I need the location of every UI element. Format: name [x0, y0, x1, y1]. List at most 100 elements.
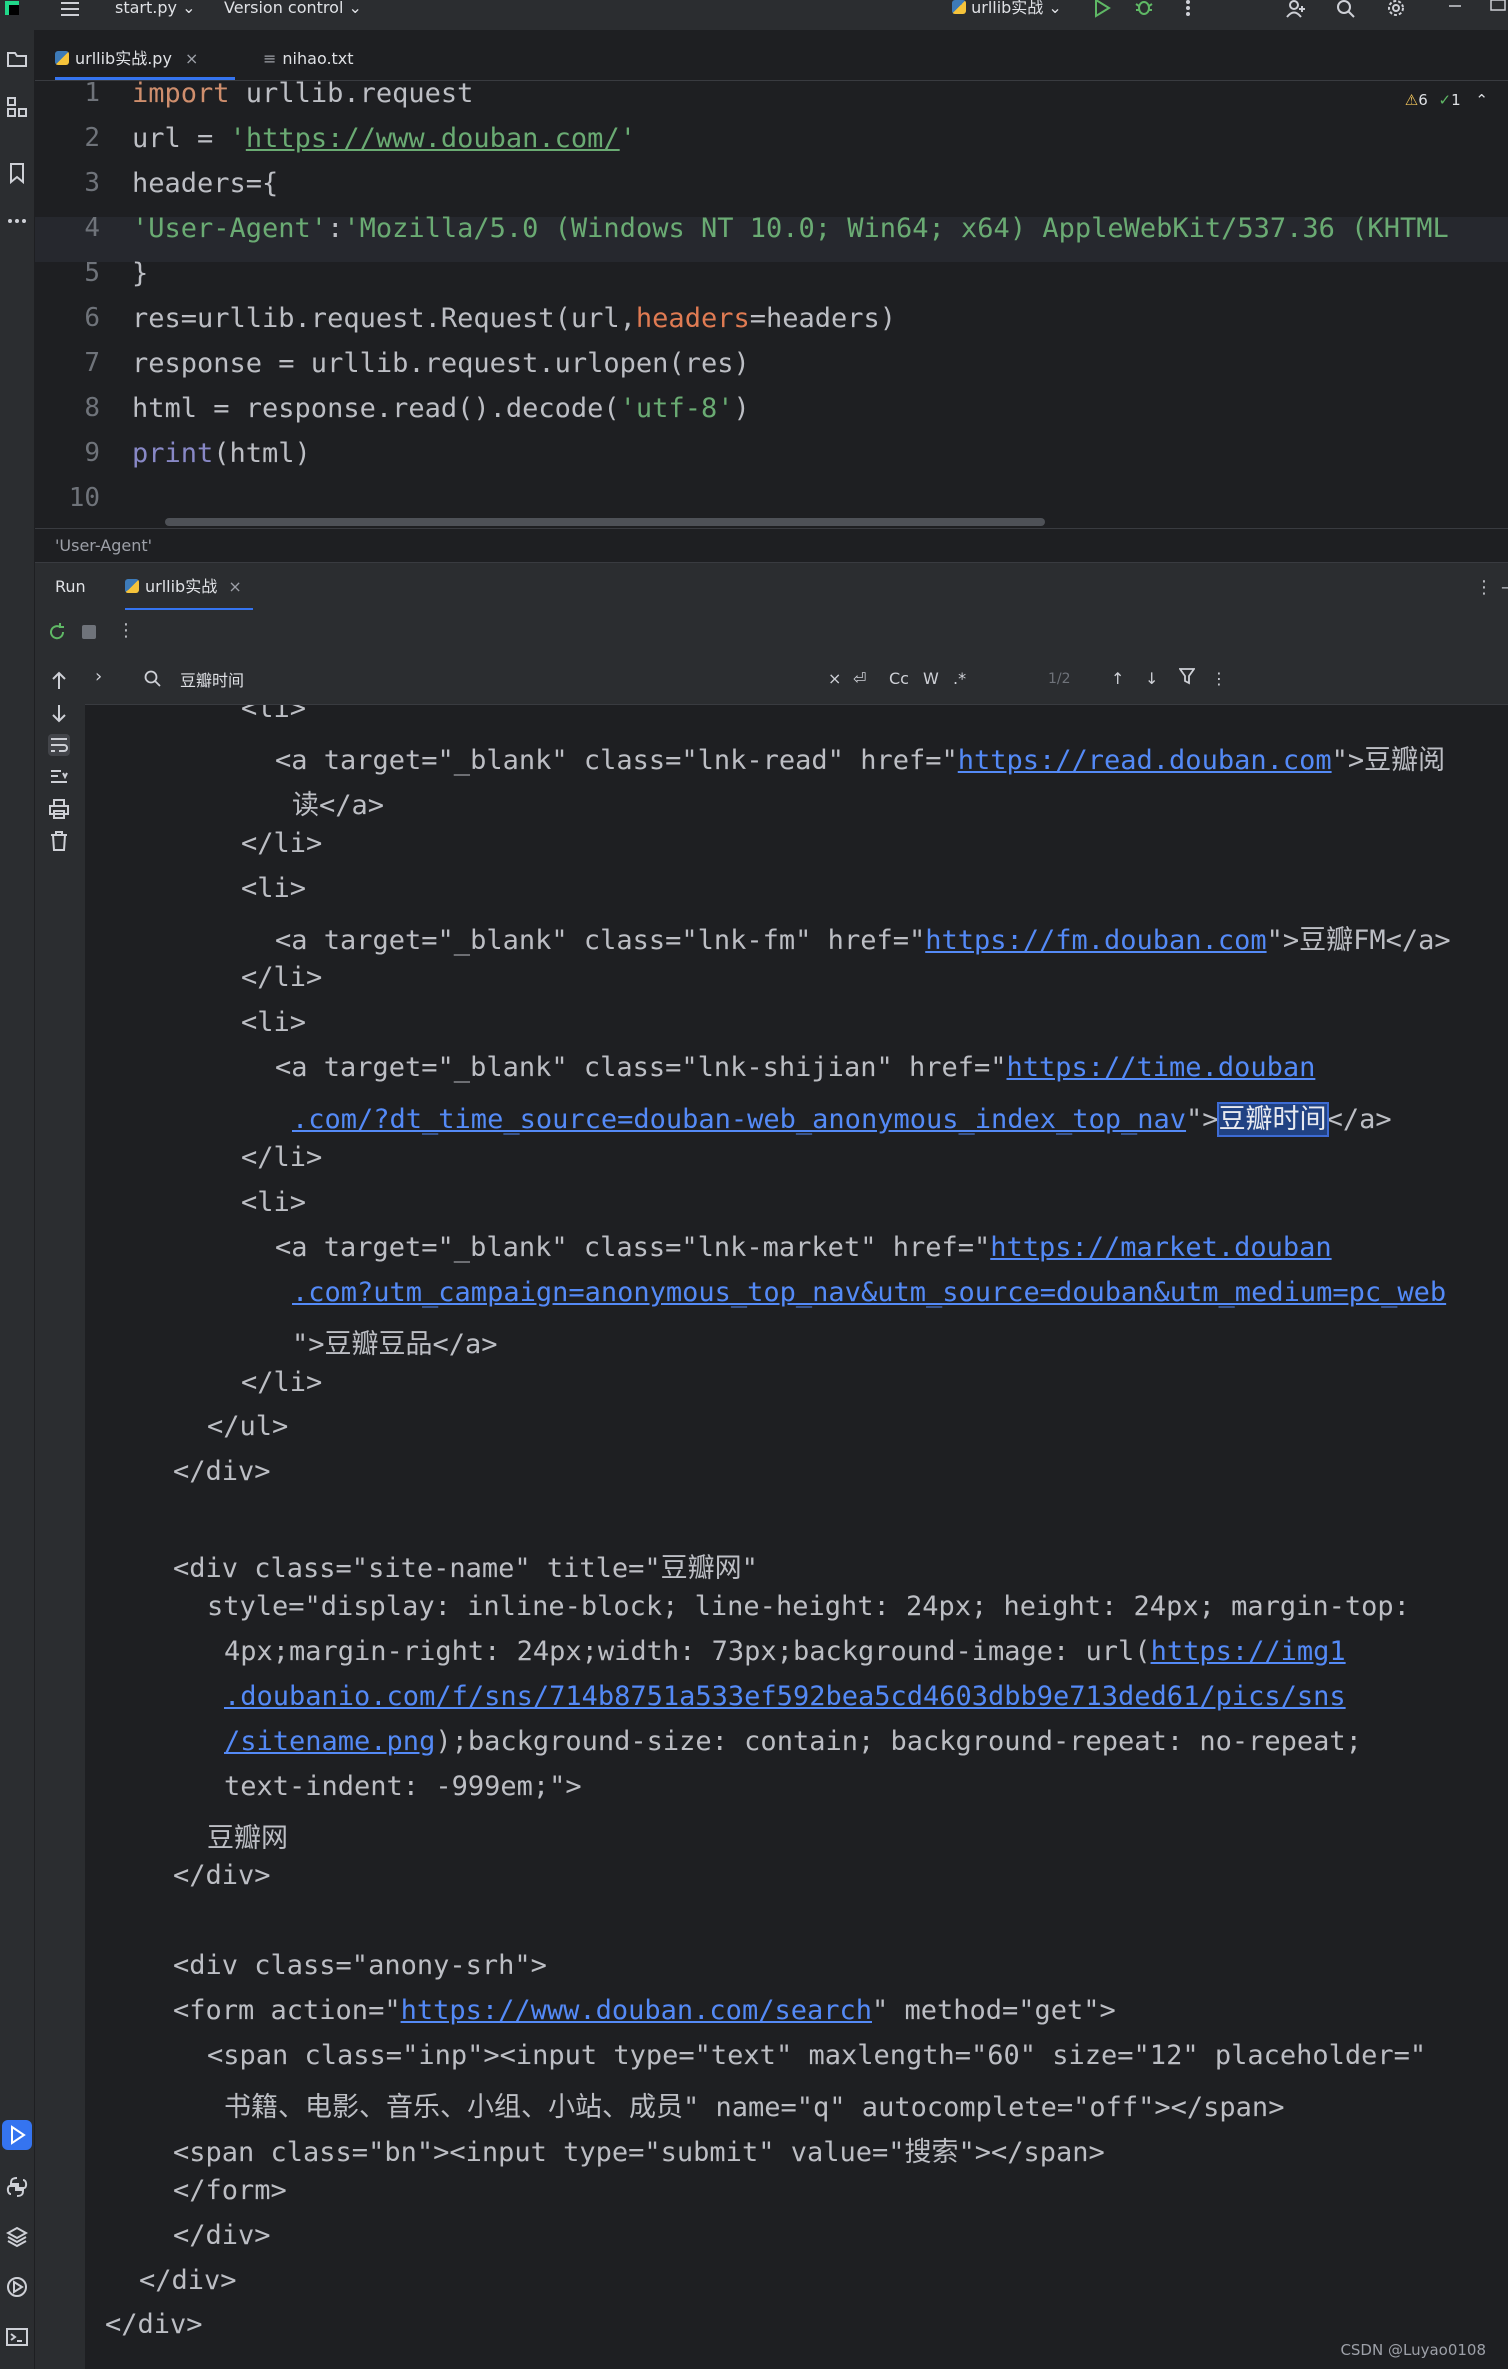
previous-match-icon[interactable]: ↑ [1111, 667, 1124, 691]
search-icon [143, 669, 163, 689]
output-text: </li> [241, 962, 323, 994]
output-link[interactable]: https://www.douban.com/search [401, 1995, 872, 2026]
code-line[interactable]: } [132, 258, 148, 289]
more-options-icon[interactable]: ⋮ [117, 620, 135, 641]
maximize-window-icon[interactable] [1488, 0, 1508, 20]
tab-urllib-py[interactable]: urllib实战.py × [55, 30, 235, 80]
line-number[interactable]: 7 [35, 348, 100, 378]
more-tools-icon[interactable] [6, 210, 28, 232]
output-link[interactable]: .doubanio.com/f/sns/714b8751a533ef592bea… [224, 1681, 1346, 1712]
code-line[interactable]: headers={ [132, 168, 278, 199]
code-token: response = urllib.request.urlopen(res) [132, 348, 750, 379]
main-menu-icon[interactable] [60, 0, 80, 20]
whole-word-toggle[interactable]: W [923, 667, 939, 691]
bookmarks-icon[interactable] [6, 162, 28, 184]
close-tab-icon[interactable]: × [185, 49, 198, 68]
line-number[interactable]: 3 [35, 168, 100, 198]
code-line[interactable]: import urllib.request [132, 81, 473, 109]
search-icon[interactable] [1336, 0, 1356, 20]
print-icon[interactable] [48, 798, 70, 820]
console-output[interactable]: <li> <a target="_blank" class="lnk-read" … [85, 705, 1508, 2369]
output-line: </ul> [207, 1411, 288, 1442]
line-number[interactable]: 8 [35, 393, 100, 423]
output-text: "> [1186, 1104, 1219, 1136]
run-config-selector[interactable]: urllib实战 ⌄ [952, 0, 1062, 20]
code-line[interactable]: res=urllib.request.Request(url,headers=h… [132, 303, 896, 334]
line-number[interactable]: 10 [35, 483, 100, 513]
code-line[interactable]: response = urllib.request.urlopen(res) [132, 348, 750, 379]
stop-icon[interactable] [81, 624, 97, 640]
line-number[interactable]: 6 [35, 303, 100, 333]
output-link[interactable]: .com/?dt_time_source=douban-web_anonymou… [292, 1104, 1186, 1135]
code-token: } [132, 258, 149, 289]
output-line: .com?utm_campaign=anonymous_top_nav&utm_… [292, 1277, 1446, 1308]
chevron-right-icon[interactable]: › [95, 666, 102, 687]
tab-urllib-run[interactable]: urllib实战 × [125, 563, 253, 611]
arrow-down-icon[interactable] [48, 702, 70, 724]
filter-icon[interactable] [1179, 667, 1195, 685]
project-folder-icon[interactable] [6, 48, 28, 70]
terminal-icon[interactable] [6, 2326, 28, 2348]
output-link[interactable]: /sitename.png [224, 1726, 435, 1757]
debug-icon[interactable] [1134, 0, 1154, 20]
soft-wrap-icon[interactable] [48, 734, 70, 756]
rerun-icon[interactable] [47, 622, 67, 642]
output-line: </div> [173, 2220, 271, 2251]
line-number[interactable]: 5 [35, 258, 100, 288]
code-line[interactable]: url = 'https://www.douban.com/' [132, 123, 636, 154]
output-link[interactable]: https://market.douban [990, 1232, 1331, 1263]
output-text: ">豆瓣豆品</a> [292, 1328, 498, 1360]
python-packages-icon[interactable] [6, 2226, 28, 2248]
output-link[interactable]: https://read.douban.com [958, 745, 1332, 776]
regex-toggle[interactable]: .* [953, 667, 966, 691]
code-editor[interactable]: ⚠6 ✓1 ⌃ 1 import urllib.request 2 url = 'ht… [35, 81, 1508, 528]
line-number[interactable]: 1 [35, 81, 100, 108]
line-number[interactable]: 9 [35, 438, 100, 468]
app-logo-icon[interactable] [4, 0, 24, 20]
services-icon[interactable] [6, 2276, 28, 2298]
code-line[interactable]: print(html) [132, 438, 311, 469]
output-text: <a target="_blank" class="lnk-market" hr… [275, 1231, 991, 1263]
tab-run[interactable]: Run [55, 563, 97, 611]
output-text: <a target="_blank" class="lnk-read" href… [275, 744, 958, 776]
output-link[interactable]: https://time.douban [1007, 1052, 1316, 1083]
output-line: <div class="anony-srh"> [173, 1950, 547, 1981]
scroll-to-end-icon[interactable] [48, 766, 70, 788]
minimize-panel-icon[interactable]: – [1501, 577, 1508, 598]
search-input[interactable] [180, 664, 910, 694]
output-link[interactable]: https://img1 [1151, 1636, 1346, 1667]
line-number[interactable]: 4 [35, 213, 100, 243]
tab-nihao-txt[interactable]: ≡ nihao.txt [263, 30, 383, 80]
trash-icon[interactable] [48, 830, 70, 852]
next-match-icon[interactable]: ↓ [1145, 667, 1158, 691]
output-line: </li> [241, 1367, 322, 1398]
code-line[interactable]: 'User-Agent':'Mozilla/5.0 (Windows NT 10… [132, 213, 1449, 244]
arrow-up-icon[interactable] [48, 670, 70, 692]
close-tab-icon[interactable]: × [228, 577, 241, 596]
line-number[interactable]: 2 [35, 123, 100, 153]
settings-gear-icon[interactable] [1386, 0, 1406, 20]
more-options-icon[interactable]: ⋮ [1211, 667, 1227, 691]
more-options-icon[interactable]: ⋮ [1475, 577, 1493, 598]
vcs-selector[interactable]: Version control ⌄ [224, 0, 362, 20]
newline-toggle-icon[interactable]: ⏎ [853, 667, 866, 691]
code-line[interactable]: html = response.read().decode('utf-8') [132, 393, 750, 424]
python-console-icon[interactable] [6, 2176, 28, 2198]
run-icon[interactable] [1092, 0, 1112, 20]
project-selector[interactable]: start.py ⌄ [115, 0, 195, 20]
chevron-up-icon[interactable]: ⌃ [1475, 91, 1488, 109]
match-case-toggle[interactable]: Cc [889, 667, 909, 691]
inspection-widget[interactable]: ⚠6 ✓1 ⌃ [1405, 91, 1488, 109]
minimize-window-icon[interactable] [1446, 0, 1466, 20]
more-actions-icon[interactable] [1178, 0, 1198, 20]
breadcrumb[interactable]: 'User-Agent' [35, 528, 1508, 562]
search-match: 豆瓣时间 [1216, 1102, 1329, 1138]
run-tool-icon[interactable] [2, 2120, 32, 2150]
output-link[interactable]: https://fm.douban.com [925, 925, 1266, 956]
clear-search-icon[interactable]: × [828, 667, 841, 691]
check-icon: ✓ [1438, 91, 1452, 109]
structure-icon[interactable] [6, 96, 28, 118]
add-user-icon[interactable] [1286, 0, 1306, 20]
horizontal-scrollbar[interactable] [165, 518, 1045, 526]
output-link[interactable]: .com?utm_campaign=anonymous_top_nav&utm_… [292, 1277, 1446, 1308]
